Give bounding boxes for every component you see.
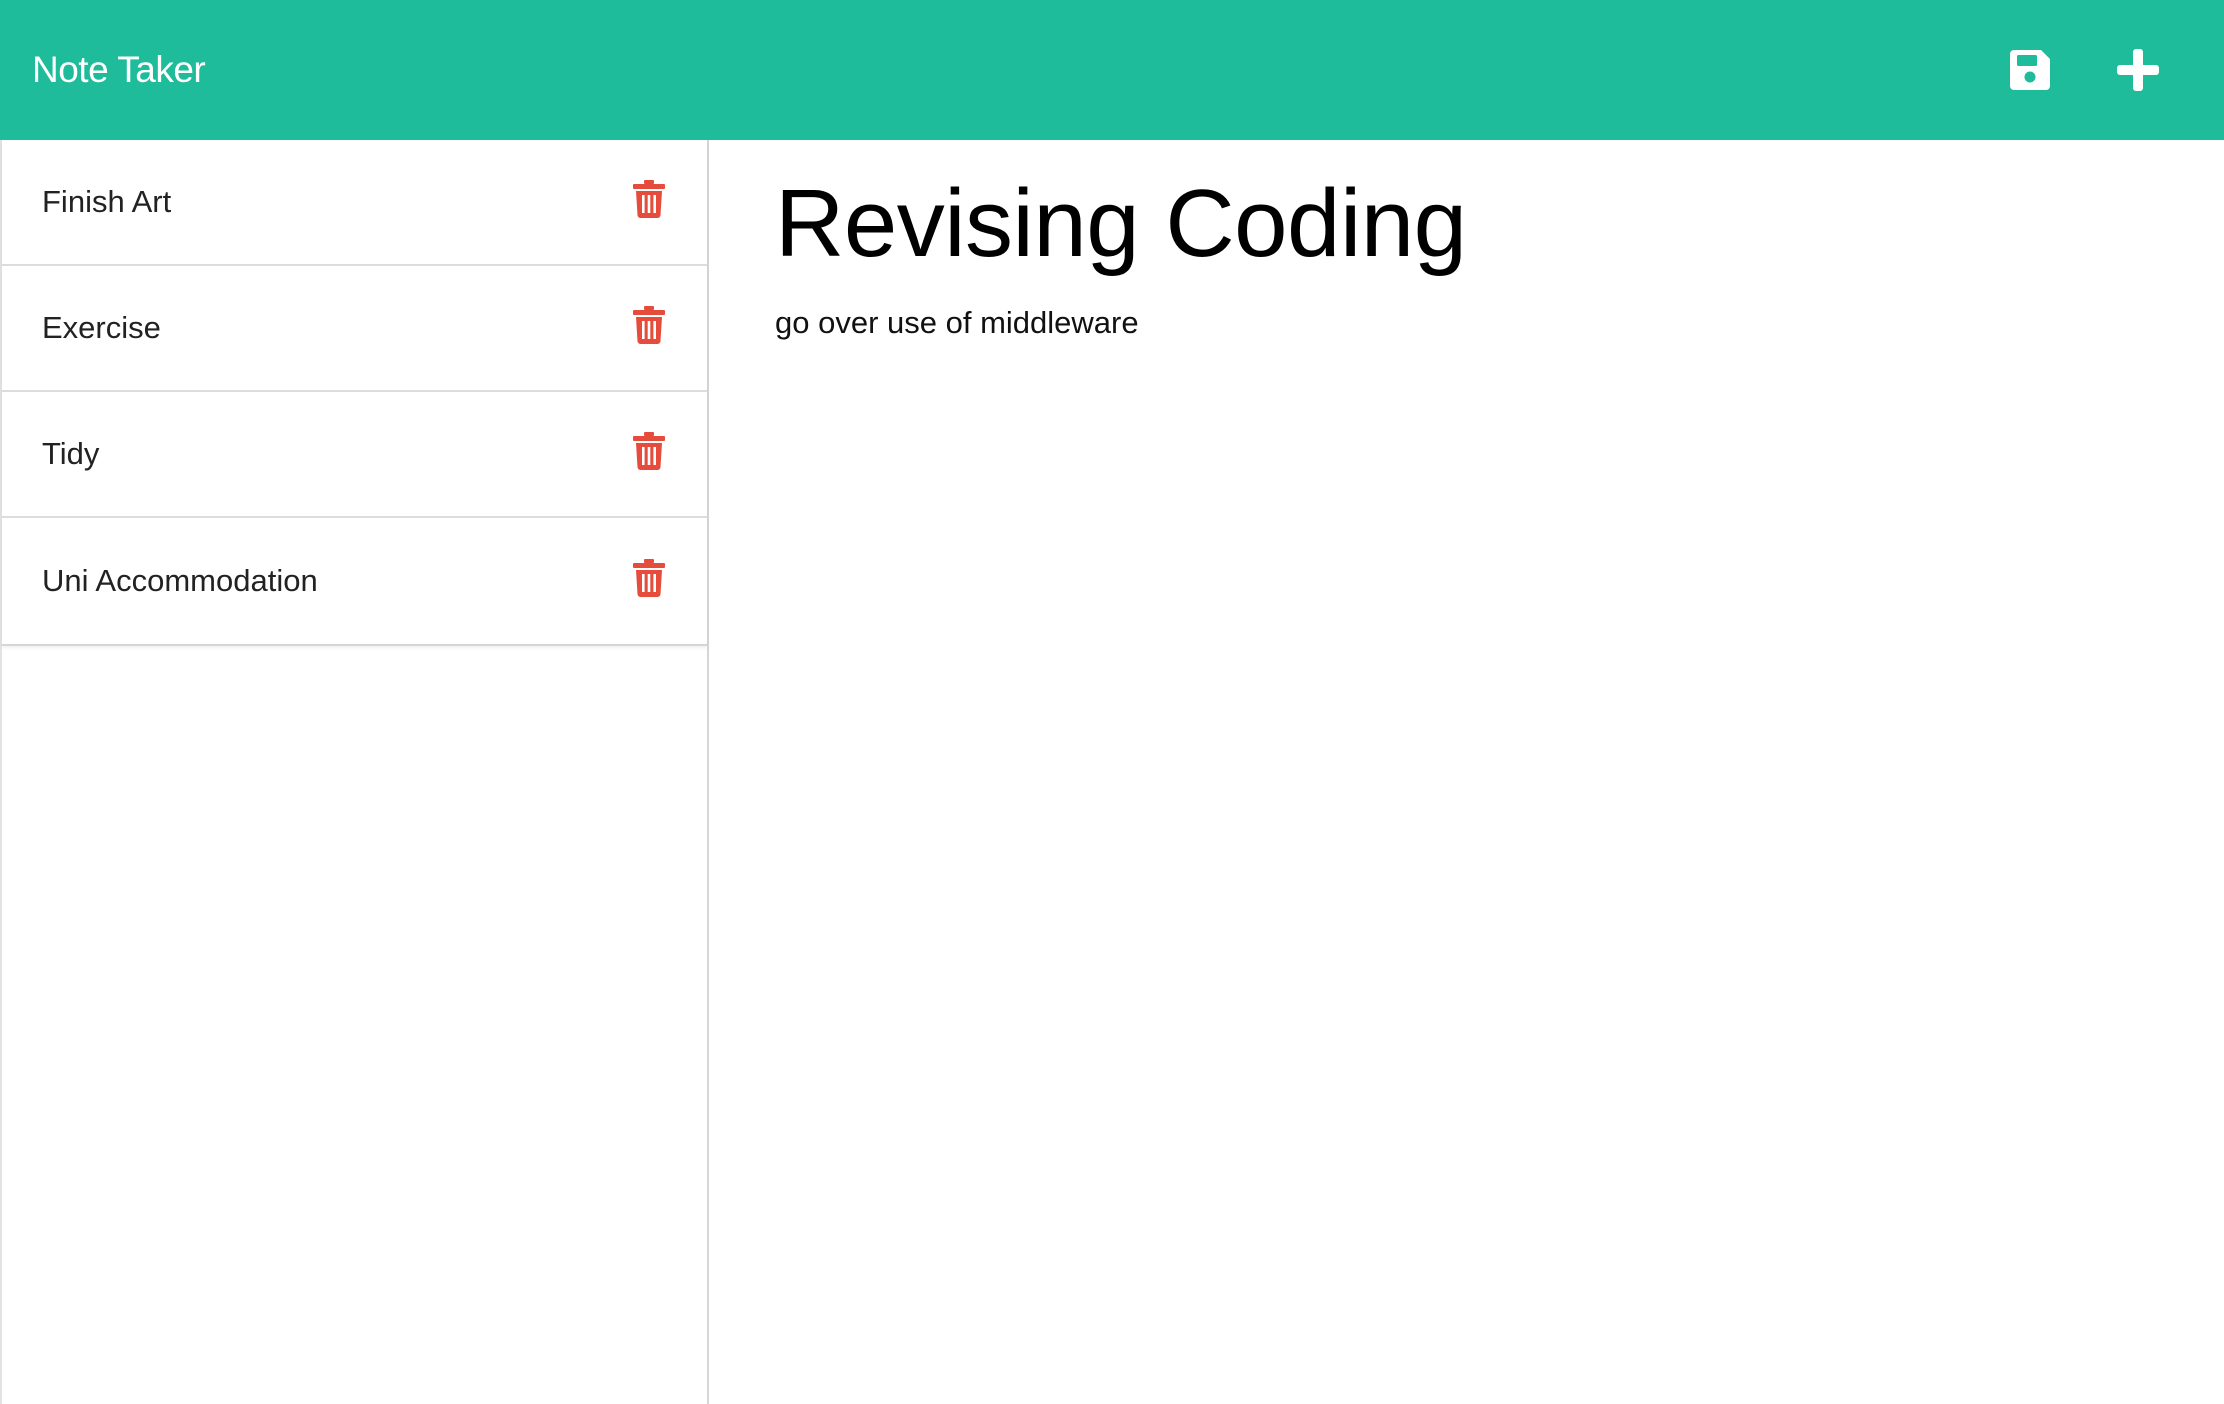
list-item[interactable]: Uni Accommodation	[2, 518, 707, 644]
list-item[interactable]: Finish Art	[2, 140, 707, 266]
note-list: Finish Art Exercise Tidy Uni Accommodati…	[2, 140, 707, 646]
app-title[interactable]: Note Taker	[32, 49, 206, 91]
delete-note-button[interactable]	[629, 556, 669, 600]
toolbar	[2000, 40, 2168, 100]
list-item[interactable]: Exercise	[2, 266, 707, 392]
list-item[interactable]: Tidy	[2, 392, 707, 518]
note-title-input[interactable]: Revising Coding	[775, 166, 2155, 281]
delete-note-button[interactable]	[629, 429, 669, 473]
note-editor: Revising Coding go over use of middlewar…	[709, 140, 2224, 1404]
notes-sidebar: Finish Art Exercise Tidy Uni Accommodati…	[0, 140, 709, 1404]
save-note-button[interactable]	[2000, 40, 2060, 100]
trash-icon	[633, 306, 665, 344]
trash-icon	[633, 559, 665, 597]
note-title[interactable]: Tidy	[42, 436, 629, 472]
note-title[interactable]: Finish Art	[42, 184, 629, 220]
plus-icon	[2117, 49, 2159, 91]
note-body-textarea[interactable]: go over use of middleware	[775, 303, 2155, 1203]
note-title[interactable]: Uni Accommodation	[42, 563, 629, 599]
navbar: Note Taker	[0, 0, 2224, 140]
new-note-button[interactable]	[2108, 40, 2168, 100]
delete-note-button[interactable]	[629, 303, 669, 347]
delete-note-button[interactable]	[629, 177, 669, 221]
trash-icon	[633, 180, 665, 218]
note-title[interactable]: Exercise	[42, 310, 629, 346]
trash-icon	[633, 432, 665, 470]
floppy-disk-icon	[2010, 50, 2050, 90]
